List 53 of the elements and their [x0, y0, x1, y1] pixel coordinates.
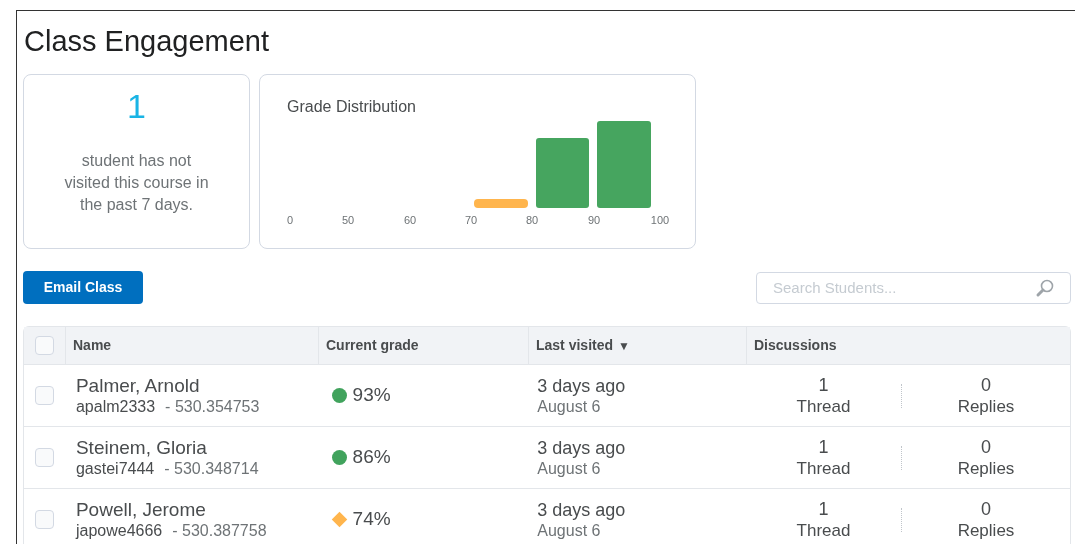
- checkbox[interactable]: [35, 386, 55, 405]
- axis-label: 60: [403, 213, 417, 228]
- last-visited-date: August 6: [537, 458, 602, 479]
- grade-value: 74%: [352, 507, 391, 532]
- username: gastei7444: [75, 458, 155, 479]
- thread-count: 1: [818, 436, 829, 458]
- axis-label: 70: [464, 213, 478, 228]
- username: japowe4666: [75, 520, 163, 541]
- axis-label: 50: [341, 213, 355, 228]
- last-visited-relative: 3 days ago: [537, 374, 627, 397]
- page-title: Class Engagement: [24, 24, 271, 59]
- column-header[interactable]: Last visited: [536, 335, 614, 356]
- reply-count: 0: [981, 498, 991, 520]
- reply-count: 0: [981, 436, 991, 458]
- checkbox[interactable]: [35, 510, 55, 529]
- thread-label: Thread: [796, 457, 851, 479]
- student-id: - 530.348714: [164, 458, 259, 479]
- checkbox[interactable]: [35, 448, 55, 467]
- last-visited-date: August 6: [537, 396, 602, 417]
- last-visited-date: August 6: [537, 520, 602, 541]
- inactive-count: 1: [127, 86, 146, 127]
- thread-label: Thread: [796, 395, 851, 417]
- axis-label: 0: [286, 213, 294, 228]
- grade-value: 86%: [352, 445, 391, 470]
- student-name[interactable]: Steinem, Gloria: [75, 436, 309, 459]
- grade-value: 93%: [352, 383, 391, 408]
- email-class-button[interactable]: Email Class: [23, 271, 143, 304]
- last-visited-relative: 3 days ago: [537, 436, 627, 459]
- axis-label: 80: [525, 213, 539, 228]
- reply-count: 0: [981, 374, 991, 396]
- card-title: Grade Distribution: [287, 97, 416, 117]
- thread-label: Thread: [796, 519, 851, 541]
- checkbox[interactable]: [35, 336, 54, 355]
- username: apalm2333: [75, 396, 156, 417]
- replies-label: Replies: [957, 457, 1015, 479]
- axis-label: 90: [587, 213, 601, 228]
- thread-count: 1: [818, 498, 829, 520]
- student-name[interactable]: Palmer, Arnold: [75, 374, 309, 397]
- replies-label: Replies: [957, 519, 1015, 541]
- last-visited-relative: 3 days ago: [537, 498, 627, 521]
- column-header[interactable]: Name: [73, 335, 112, 356]
- replies-label: Replies: [957, 395, 1015, 417]
- student-id: - 530.354753: [165, 396, 260, 417]
- student-name[interactable]: Powell, Jerome: [75, 498, 309, 521]
- sort-descending-icon[interactable]: ▼: [618, 336, 630, 355]
- thread-count: 1: [818, 374, 829, 396]
- column-header[interactable]: Discussions: [754, 335, 837, 356]
- axis-label: 100: [650, 213, 670, 228]
- inactive-description: student has not visited this course in the past 7 days.: [63, 151, 210, 215]
- search-field[interactable]: Search Students...: [756, 271, 1071, 304]
- column-header[interactable]: Current grade: [326, 335, 419, 356]
- student-id: - 530.387758: [172, 520, 267, 541]
- search-icon[interactable]: [1035, 277, 1055, 298]
